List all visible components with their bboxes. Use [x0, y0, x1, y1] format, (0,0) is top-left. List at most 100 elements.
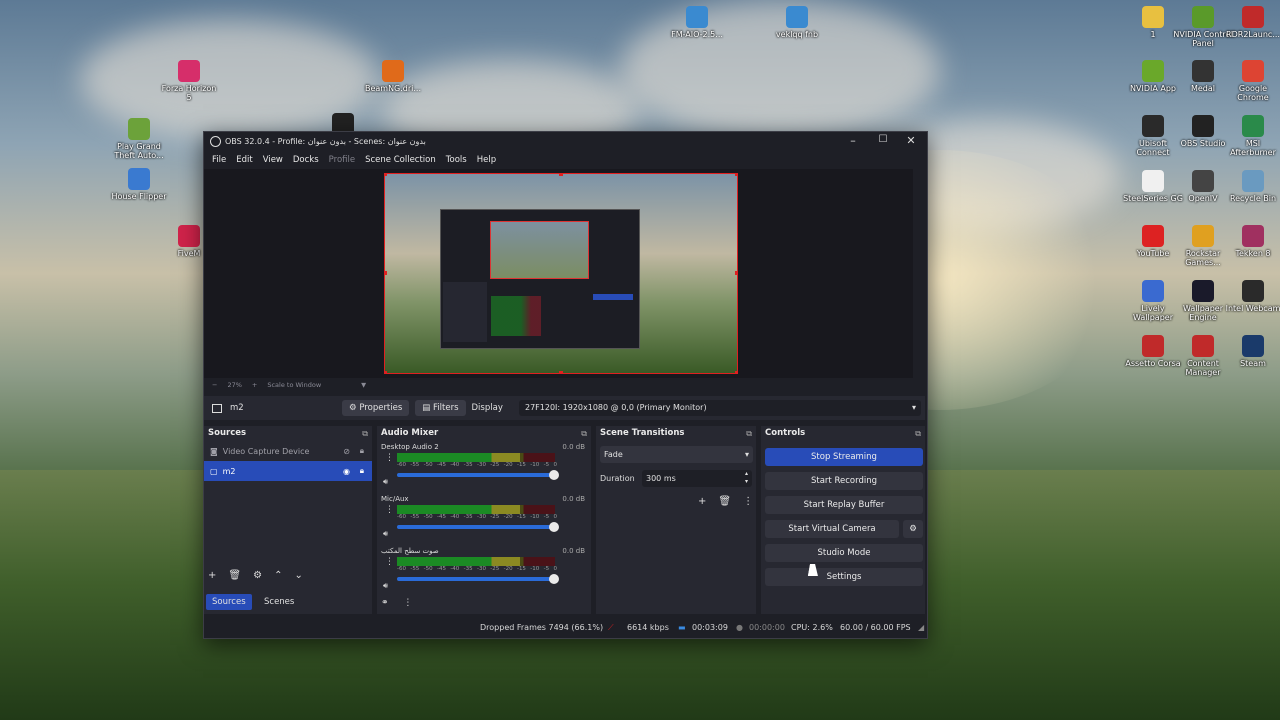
- volume-slider[interactable]: [397, 574, 559, 584]
- slider-knob[interactable]: [549, 574, 559, 584]
- undock-icon[interactable]: ⧉: [581, 426, 587, 441]
- meter-tick-label: -40: [450, 462, 460, 468]
- zoom-level: 27%: [227, 381, 242, 389]
- undock-icon[interactable]: ⧉: [746, 426, 752, 441]
- move-down-button[interactable]: ⌄: [294, 570, 302, 581]
- desktop-icon[interactable]: RDR2Launc...: [1222, 6, 1280, 39]
- filters-button[interactable]: ▤ Filters: [415, 400, 466, 416]
- start-virtual-camera-button[interactable]: Start Virtual Camera: [765, 520, 899, 538]
- lock-icon[interactable]: 🔒︎: [360, 446, 364, 456]
- slider-knob[interactable]: [549, 522, 559, 532]
- menu-profile[interactable]: Profile: [324, 155, 360, 165]
- desktop-icon[interactable]: MSI Afterburner: [1222, 115, 1280, 157]
- channel-options-icon[interactable]: ⋮: [385, 557, 394, 567]
- tab-sources[interactable]: Sources: [206, 594, 252, 610]
- desktop-icon[interactable]: BeamNG.dri...: [362, 60, 424, 93]
- eye-icon[interactable]: ◉: [343, 467, 350, 476]
- start-replay-buffer-button[interactable]: Start Replay Buffer: [765, 496, 923, 514]
- desktop-icon[interactable]: Tekken 8: [1222, 225, 1280, 258]
- desktop-icon[interactable]: Intel Webcam: [1222, 280, 1280, 313]
- stepper-icon[interactable]: ▴ ▾: [745, 470, 748, 486]
- transitions-dock: Scene Transitions ⧉ Fade ▾ Duration 300 m…: [596, 426, 756, 614]
- display-select[interactable]: 27F120I: 1920x1080 @ 0,0 (Primary Monito…: [519, 400, 921, 416]
- zoom-out-button[interactable]: −: [212, 381, 217, 389]
- resize-grip-icon[interactable]: ◢: [918, 623, 924, 632]
- app-icon: [382, 60, 404, 82]
- volume-slider[interactable]: [397, 470, 559, 480]
- preview-canvas[interactable]: [384, 173, 738, 374]
- remove-source-button[interactable]: 🗑︎: [228, 570, 241, 581]
- stop-streaming-button[interactable]: Stop Streaming: [765, 448, 923, 466]
- remove-transition-button[interactable]: 🗑︎: [718, 496, 731, 507]
- desktop-icon-label: Intel Webcam: [1225, 304, 1280, 313]
- app-icon: [1242, 225, 1264, 247]
- meter-tick-label: -40: [450, 566, 460, 572]
- slider-knob[interactable]: [549, 470, 559, 480]
- desktop-icon[interactable]: Forza Horizon 5: [158, 60, 220, 102]
- desktop-icon[interactable]: House Flipper: [108, 168, 170, 201]
- app-icon: [1142, 170, 1164, 192]
- meter-tick-label: 0: [553, 514, 557, 520]
- desktop-icon[interactable]: Recycle Bin: [1222, 170, 1280, 203]
- bitrate: 6614 kbps: [627, 623, 669, 632]
- obs-logo-icon: [210, 136, 221, 147]
- minimize-button[interactable]: –: [841, 134, 865, 147]
- menu-file[interactable]: File: [207, 155, 231, 165]
- app-icon: [1192, 335, 1214, 357]
- meter-tick-label: -15: [516, 566, 526, 572]
- close-button[interactable]: ✕: [899, 134, 923, 147]
- app-icon: [786, 6, 808, 28]
- source-item-video-capture[interactable]: ◙ Video Capture Device ⊘ 🔒︎: [204, 441, 372, 461]
- desktop-icon[interactable]: Play Grand Theft Auto...: [108, 118, 170, 160]
- zoom-in-button[interactable]: +: [252, 381, 257, 389]
- source-item-m2[interactable]: ▢ m2 ◉ 🔒︎: [204, 461, 372, 481]
- channel-options-icon[interactable]: ⋮: [385, 453, 394, 463]
- more-options-icon[interactable]: ⋮: [403, 598, 412, 608]
- speaker-icon[interactable]: 🔊︎: [383, 581, 388, 591]
- speaker-icon[interactable]: 🔊︎: [383, 529, 388, 539]
- desktop-icon[interactable]: veklqq fnb: [766, 6, 828, 39]
- source-settings-button[interactable]: ⚙: [253, 570, 262, 581]
- add-transition-button[interactable]: +: [698, 496, 706, 507]
- menu-help[interactable]: Help: [472, 155, 501, 165]
- menu-docks[interactable]: Docks: [288, 155, 324, 165]
- meter-tick-label: -20: [503, 462, 513, 468]
- scale-mode[interactable]: Scale to Window: [267, 381, 321, 389]
- properties-button[interactable]: ⚙ Properties: [342, 400, 410, 416]
- transition-options-icon[interactable]: ⋮: [743, 496, 753, 507]
- studio-mode-button[interactable]: Studio Mode: [765, 544, 923, 562]
- menu-tools[interactable]: Tools: [441, 155, 472, 165]
- add-source-button[interactable]: +: [208, 570, 216, 581]
- speaker-icon[interactable]: 🔊︎: [383, 477, 388, 487]
- desktop-icon-label: RDR2Launc...: [1226, 30, 1280, 39]
- channel-options-icon[interactable]: ⋮: [385, 505, 394, 515]
- hidden-eye-icon[interactable]: ⊘: [343, 447, 350, 456]
- stream-icon: ▬: [678, 623, 686, 632]
- undock-icon[interactable]: ⧉: [362, 426, 368, 441]
- volume-slider[interactable]: [397, 522, 559, 532]
- transition-select[interactable]: Fade ▾: [600, 446, 753, 463]
- display-label: Display: [471, 403, 503, 413]
- preview-area[interactable]: [204, 169, 913, 378]
- duration-input[interactable]: 300 ms ▴ ▾: [642, 470, 752, 487]
- menu-edit[interactable]: Edit: [231, 155, 257, 165]
- maximize-button[interactable]: ☐: [871, 134, 895, 145]
- move-up-button[interactable]: ⌃: [274, 570, 282, 581]
- desktop-icon[interactable]: FM-AIO-2.5...: [666, 6, 728, 39]
- app-icon: [128, 118, 150, 140]
- menu-bar: File Edit View Docks Profile Scene Colle…: [204, 151, 927, 168]
- lock-icon[interactable]: 🔒︎: [360, 466, 364, 476]
- menu-scene-collection[interactable]: Scene Collection: [360, 155, 441, 165]
- start-recording-button[interactable]: Start Recording: [765, 472, 923, 490]
- settings-button[interactable]: Settings: [765, 568, 923, 586]
- desktop-icon[interactable]: Steam: [1222, 335, 1280, 368]
- virtual-camera-settings-icon[interactable]: ⚙: [903, 520, 923, 538]
- tab-scenes[interactable]: Scenes: [258, 594, 300, 610]
- record-icon: ●: [736, 623, 743, 632]
- desktop-icon[interactable]: Google Chrome: [1222, 60, 1280, 102]
- link-icon[interactable]: ⚭: [381, 598, 389, 608]
- meter-tick-label: -10: [530, 566, 540, 572]
- undock-icon[interactable]: ⧉: [915, 426, 921, 441]
- menu-view[interactable]: View: [258, 155, 288, 165]
- scale-dropdown-icon[interactable]: ▼: [361, 381, 366, 389]
